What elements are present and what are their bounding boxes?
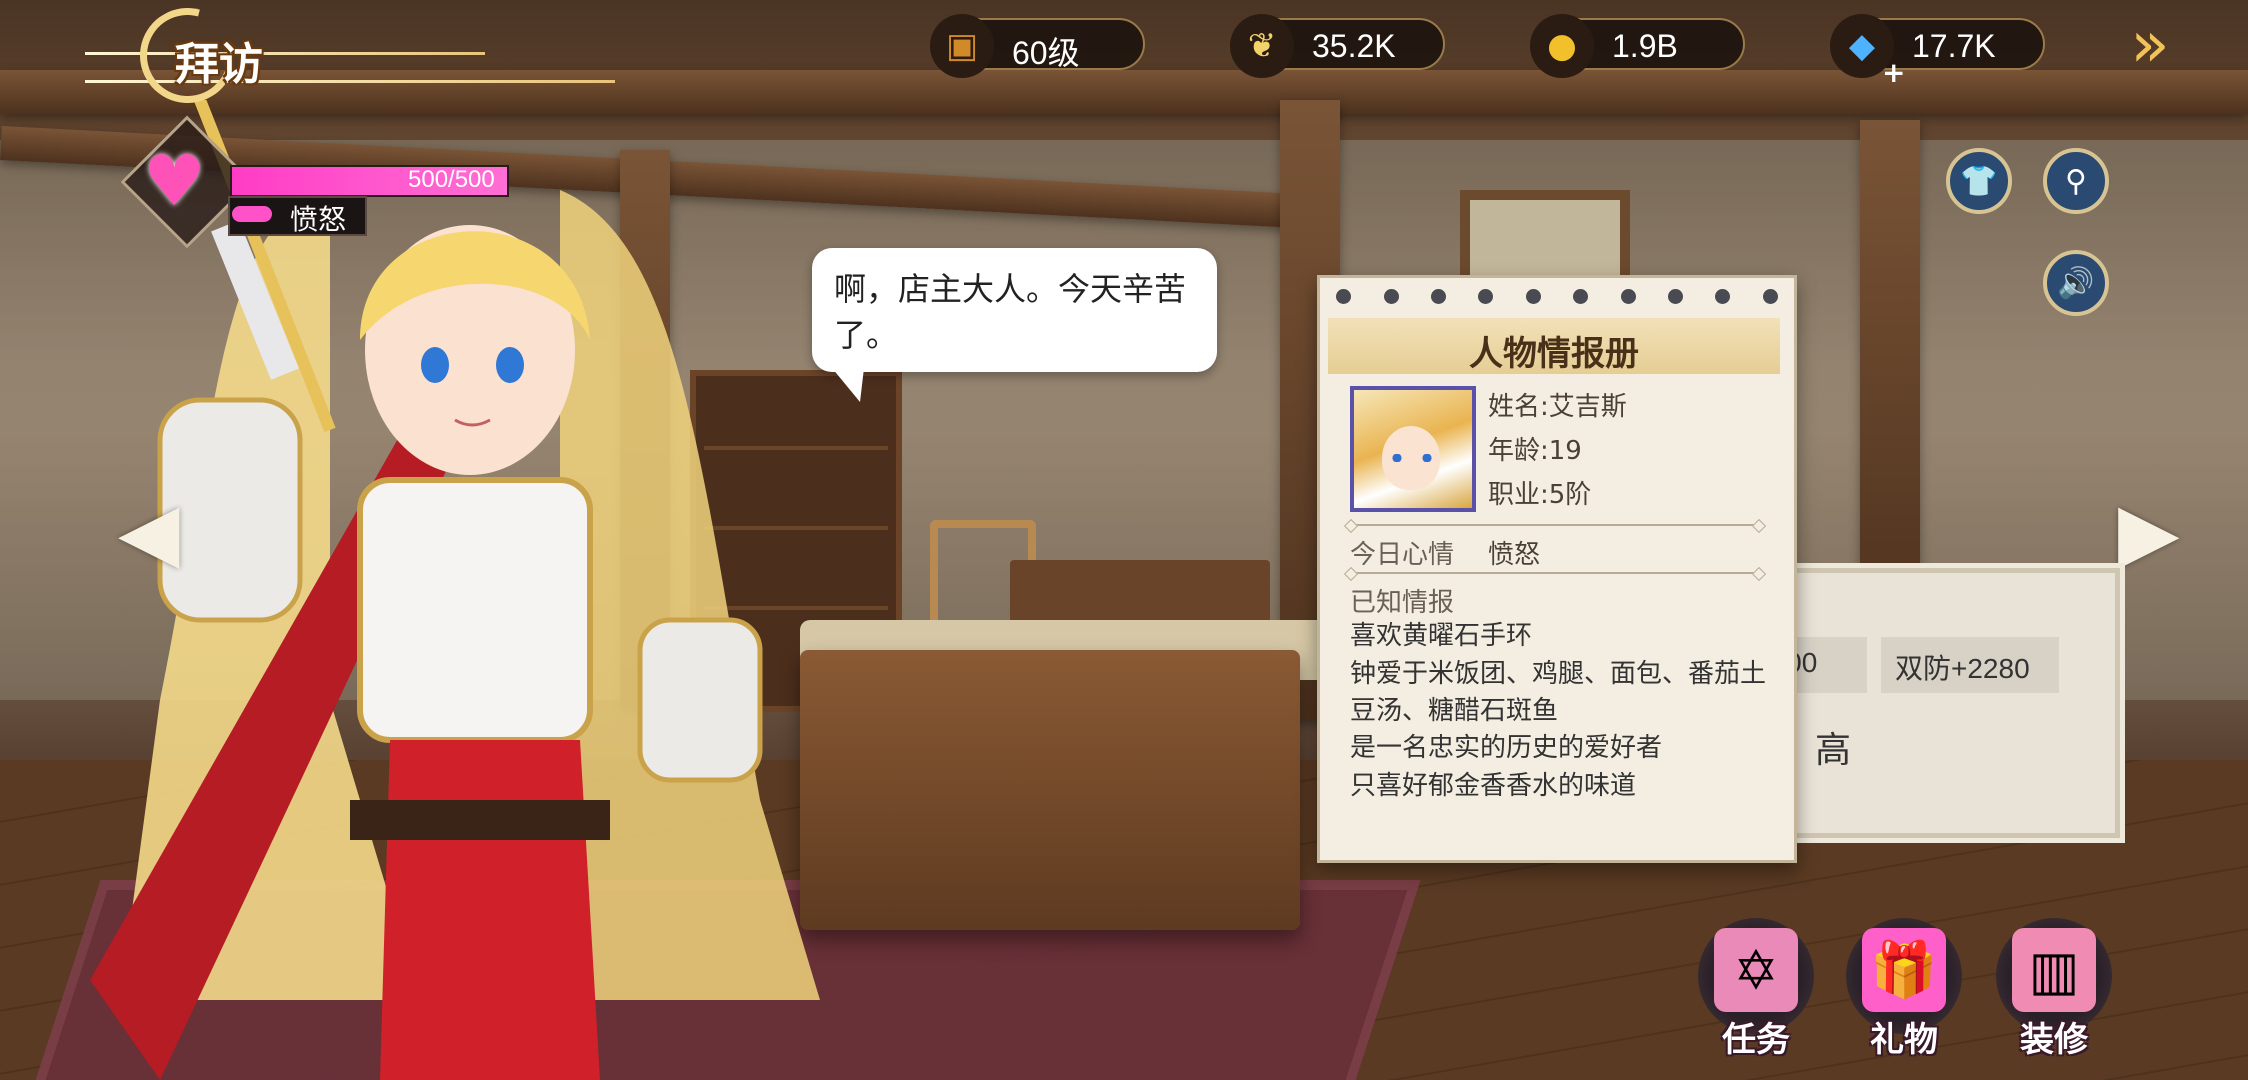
wheat-sack-icon: ❦ <box>1230 14 1294 78</box>
add-diamond-icon[interactable]: + <box>1882 56 1905 89</box>
heart-icon: ♥ <box>143 140 206 222</box>
known-item: 只喜好郁金香香水的味道 <box>1350 771 1637 801</box>
page-header: 拜访 <box>85 0 645 121</box>
page-title: 拜访 <box>175 39 263 90</box>
gold-coin-icon: ● <box>1530 14 1594 78</box>
mood-indicator <box>232 206 272 222</box>
profile-card: 人物情报册 姓名:艾吉斯 年龄:19 职业:5阶 今日心情 愤怒 已知情报 喜欢… <box>1317 275 1797 863</box>
treasure-chest-icon: ▣ <box>930 14 994 78</box>
decorate-button[interactable]: ▥ 装修 <box>1996 918 2112 1060</box>
card-title-band: 人物情报册 <box>1328 318 1780 374</box>
resource-diamond[interactable]: ◆ + 17.7K <box>1830 14 2045 89</box>
resource-gold[interactable]: ● 1.9B <box>1530 14 1745 78</box>
divider <box>1350 524 1760 526</box>
age-line: 年龄:19 <box>1488 436 1582 466</box>
speech-bubble: 啊，店主大人。今天辛苦了。 <box>812 248 1217 402</box>
back-arrow-icon[interactable]: » <box>2100 8 2200 82</box>
known-item: 喜欢黄曜石手环 <box>1350 621 1533 651</box>
wooden-pillar <box>1860 120 1920 640</box>
known-info-label: 已知情报 <box>1350 588 1455 618</box>
stats-panel: 5600 双防+2280 高 <box>1740 568 2120 838</box>
affection-value: 500/500 <box>408 166 495 193</box>
gift-box-icon: 🎁 <box>1862 928 1946 1012</box>
character-illustration[interactable] <box>0 100 920 1080</box>
right-arrow-icon[interactable]: ▶ <box>2118 485 2180 578</box>
binder-holes <box>1320 278 1794 314</box>
name-line: 姓名:艾吉斯 <box>1488 392 1627 422</box>
magnifier-icon[interactable]: ⚲ <box>2043 148 2109 214</box>
divider <box>1350 572 1760 574</box>
magic-book-icon: ✡ <box>1714 928 1798 1012</box>
decorate-label: 装修 <box>2020 1020 2088 1060</box>
gift-button[interactable]: 🎁 礼物 <box>1846 918 1962 1060</box>
left-arrow-icon[interactable]: ◀ <box>118 485 180 578</box>
quest-button[interactable]: ✡ 任务 <box>1698 918 1814 1060</box>
rank-value: 高 <box>1815 729 1852 770</box>
quest-label: 任务 <box>1722 1020 1790 1060</box>
known-item: 是一名忠实的历史的爱好者 <box>1350 733 1663 763</box>
level-value: 60级 <box>1012 35 1080 71</box>
food-value: 35.2K <box>1312 28 1396 64</box>
mood-today-label: 今日心情 <box>1350 540 1455 570</box>
wardrobe-icon: ▥ <box>2012 928 2096 1012</box>
card-title: 人物情报册 <box>1469 334 1639 374</box>
gift-label: 礼物 <box>1870 1020 1938 1060</box>
speaker-icon[interactable]: 🔊 <box>2043 250 2109 316</box>
stat-box: 双防+2280 <box>1881 637 2059 693</box>
resource-level[interactable]: ▣ 60级 <box>930 14 1145 78</box>
dialogue-text: 啊，店主大人。今天辛苦了。 <box>834 270 1187 354</box>
character-portrait <box>1350 386 1476 512</box>
job-line: 职业:5阶 <box>1488 480 1592 510</box>
mood-label: 愤怒 <box>290 203 347 236</box>
resource-food[interactable]: ❦ 35.2K <box>1230 14 1445 78</box>
known-item: 钟爱于米饭团、鸡腿、面包、番茄土豆汤、糖醋石斑鱼 <box>1350 659 1767 726</box>
defense-stat: 双防+2280 <box>1895 653 2030 684</box>
gold-value: 1.9B <box>1612 28 1678 64</box>
shirt-icon[interactable]: 👕 <box>1946 148 2012 214</box>
diamond-value: 17.7K <box>1912 28 1996 64</box>
mood-today-value: 愤怒 <box>1488 540 1541 570</box>
